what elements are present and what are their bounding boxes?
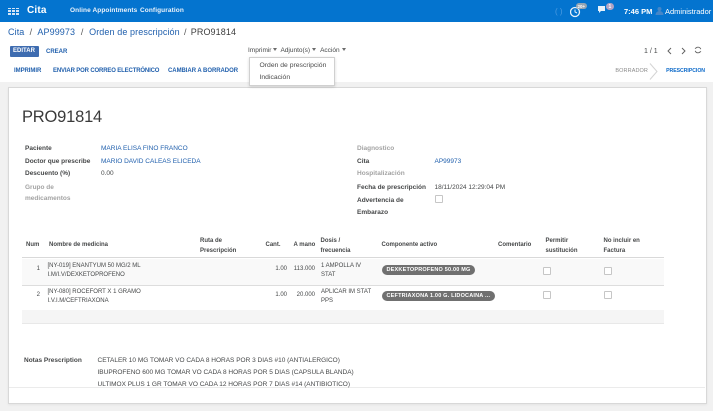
- svg-text:( ): ( ): [555, 7, 563, 16]
